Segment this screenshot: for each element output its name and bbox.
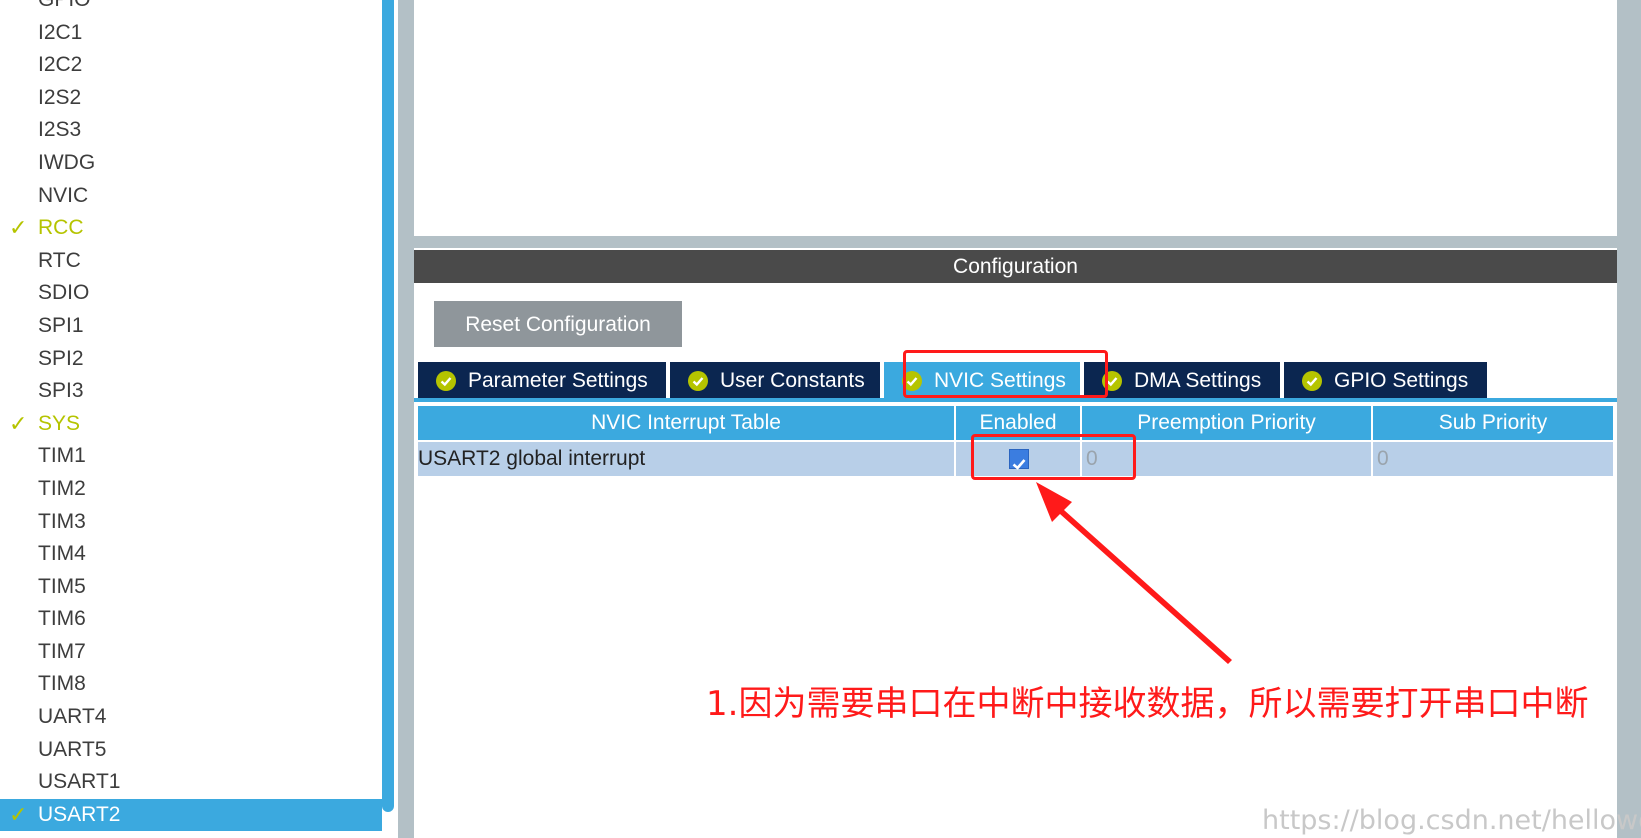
watermark: https://blog.csdn.net/helloworld — [1262, 805, 1641, 836]
annotation-text: 1.因为需要串口在中断中接收数据，所以需要打开串口中断 — [706, 684, 1589, 724]
stm32cubemx-window: ✓GPIO✓I2C1✓I2C2✓I2S2✓I2S3✓IWDG✓NVIC✓RCC✓… — [0, 0, 1641, 838]
